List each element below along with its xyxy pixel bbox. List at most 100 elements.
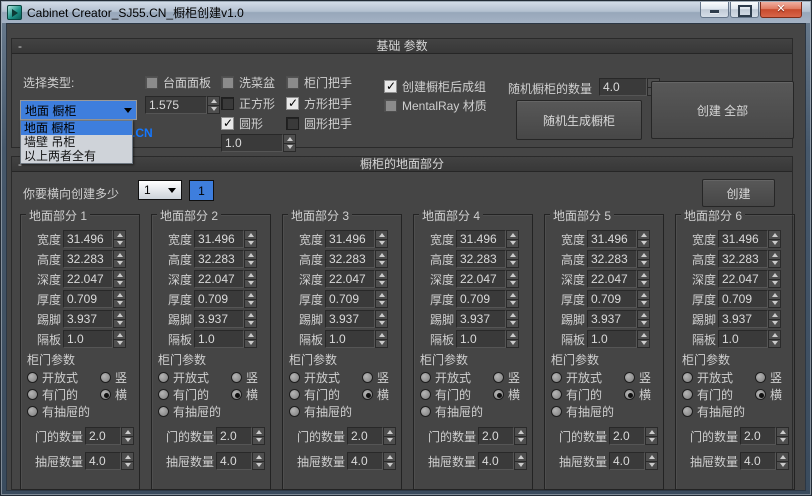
dimension-field[interactable]: 0.709	[325, 290, 375, 308]
spinner-arrows[interactable]	[768, 310, 781, 328]
dimension-field[interactable]: 22.047	[194, 270, 244, 288]
radio-with-doors[interactable]: 有门的	[289, 386, 340, 403]
drawer-count-field[interactable]: 4.0	[216, 452, 252, 470]
checkbox-square[interactable]: 正方形	[221, 95, 275, 112]
dimension-field[interactable]: 31.496	[325, 230, 375, 248]
radio-open-style[interactable]: 开放式	[27, 369, 78, 386]
dimension-field[interactable]: 32.283	[325, 250, 375, 268]
spinner-arrows[interactable]	[506, 310, 519, 328]
dimension-field[interactable]: 31.496	[718, 230, 768, 248]
radio-with-drawers[interactable]: 有抽屉的	[158, 403, 221, 420]
checkbox-group-after-create[interactable]: 创建橱柜后成组	[384, 78, 486, 95]
spinner-arrows[interactable]	[283, 134, 296, 152]
radio-with-doors[interactable]: 有门的	[682, 386, 733, 403]
spinner-arrows[interactable]	[506, 250, 519, 268]
dimension-field[interactable]: 1.0	[325, 330, 375, 348]
spinner-arrows[interactable]	[113, 230, 126, 248]
spinner-arrows[interactable]	[113, 270, 126, 288]
spinner-arrows[interactable]	[375, 270, 388, 288]
drawer-count-field[interactable]: 4.0	[609, 452, 645, 470]
radio-open-style[interactable]: 开放式	[289, 369, 340, 386]
minimize-button[interactable]	[700, 2, 729, 18]
radio-with-drawers[interactable]: 有抽屉的	[27, 403, 90, 420]
spinner-arrows[interactable]	[375, 290, 388, 308]
close-button[interactable]	[760, 2, 802, 18]
checkbox-mentalray[interactable]: MentalRay 材质	[384, 97, 487, 114]
door-count-field[interactable]: 2.0	[609, 427, 645, 445]
radio-with-drawers[interactable]: 有抽屉的	[682, 403, 745, 420]
maximize-button[interactable]	[730, 2, 759, 18]
spinner-arrows[interactable]	[637, 250, 650, 268]
spinner-arrows[interactable]	[768, 270, 781, 288]
door-count-field[interactable]: 2.0	[740, 427, 776, 445]
radio-horizontal[interactable]: 横	[99, 386, 127, 403]
cabinet-type-combobox[interactable]: 地面 橱柜	[20, 100, 137, 120]
spinner-arrows[interactable]	[244, 230, 257, 248]
checkbox-countertop-panel[interactable]: 台面面板	[145, 74, 211, 91]
spinner-arrows[interactable]	[375, 310, 388, 328]
dimension-field[interactable]: 22.047	[456, 270, 506, 288]
spinner-arrows[interactable]	[637, 230, 650, 248]
radio-horizontal[interactable]: 横	[492, 386, 520, 403]
droplist-option[interactable]: 以上两者全有	[21, 149, 132, 163]
spinner-arrows[interactable]	[768, 290, 781, 308]
radio-vertical[interactable]: 竖	[230, 369, 258, 386]
dimension-field[interactable]: 3.937	[325, 310, 375, 328]
spinner-arrows[interactable]	[121, 452, 134, 470]
spinner-arrows[interactable]	[637, 310, 650, 328]
spinner-arrows[interactable]	[121, 427, 134, 445]
spinner-arrows[interactable]	[207, 96, 220, 114]
dimension-field[interactable]: 3.937	[587, 310, 637, 328]
spinner-arrows[interactable]	[252, 427, 265, 445]
spinner-arrows[interactable]	[252, 452, 265, 470]
title-bar[interactable]: Cabinet Creator_SJ55.CN_橱柜创建v1.0	[2, 2, 810, 23]
radio-vertical[interactable]: 竖	[99, 369, 127, 386]
spinner-arrows[interactable]	[768, 250, 781, 268]
dimension-field[interactable]: 3.937	[194, 310, 244, 328]
radio-vertical[interactable]: 竖	[754, 369, 782, 386]
radio-vertical[interactable]: 竖	[623, 369, 651, 386]
dimension-field[interactable]: 1.0	[194, 330, 244, 348]
radio-with-doors[interactable]: 有门的	[551, 386, 602, 403]
spinner-arrows[interactable]	[244, 310, 257, 328]
radio-horizontal[interactable]: 横	[361, 386, 389, 403]
dimension-field[interactable]: 22.047	[325, 270, 375, 288]
dimension-field[interactable]: 22.047	[63, 270, 113, 288]
radio-vertical[interactable]: 竖	[361, 369, 389, 386]
spinner-arrows[interactable]	[113, 290, 126, 308]
dimension-field[interactable]: 0.709	[456, 290, 506, 308]
dimension-field[interactable]: 3.937	[718, 310, 768, 328]
spinner-arrows[interactable]	[383, 452, 396, 470]
radio-open-style[interactable]: 开放式	[420, 369, 471, 386]
radio-with-doors[interactable]: 有门的	[27, 386, 78, 403]
dimension-field[interactable]: 0.709	[63, 290, 113, 308]
radio-with-doors[interactable]: 有门的	[420, 386, 471, 403]
radio-horizontal[interactable]: 横	[623, 386, 651, 403]
spinner-arrows[interactable]	[375, 230, 388, 248]
spinner-arrows[interactable]	[776, 427, 789, 445]
app-icon[interactable]	[7, 5, 22, 20]
radio-with-drawers[interactable]: 有抽屉的	[289, 403, 352, 420]
spinner-arrows[interactable]	[375, 250, 388, 268]
droplist-option[interactable]: 地面 橱柜	[21, 121, 132, 135]
spinner-arrows[interactable]	[637, 270, 650, 288]
create-button[interactable]: 创建	[702, 179, 775, 207]
random-generate-button[interactable]: 随机生成橱柜	[516, 100, 642, 140]
spinner-arrows[interactable]	[506, 230, 519, 248]
rollout-header-basic[interactable]: - 基础 参数	[12, 39, 792, 54]
checkbox-door-handle[interactable]: 柜门把手	[286, 74, 352, 91]
droplist-option[interactable]: 墙壁 吊柜	[21, 135, 132, 149]
radio-open-style[interactable]: 开放式	[682, 369, 733, 386]
drawer-count-field[interactable]: 4.0	[347, 452, 383, 470]
dimension-field[interactable]: 32.283	[63, 250, 113, 268]
radio-open-style[interactable]: 开放式	[551, 369, 602, 386]
random-count-field[interactable]: 4.0	[599, 78, 647, 96]
spinner-arrows[interactable]	[113, 310, 126, 328]
checkbox-round[interactable]: 圆形	[221, 115, 263, 132]
checkbox-round-handle[interactable]: 圆形把手	[286, 115, 352, 132]
dimension-field[interactable]: 31.496	[456, 230, 506, 248]
spinner-arrows[interactable]	[383, 427, 396, 445]
dimension-field[interactable]: 32.283	[587, 250, 637, 268]
spinner-arrows[interactable]	[113, 250, 126, 268]
spinner-arrows[interactable]	[113, 330, 126, 348]
